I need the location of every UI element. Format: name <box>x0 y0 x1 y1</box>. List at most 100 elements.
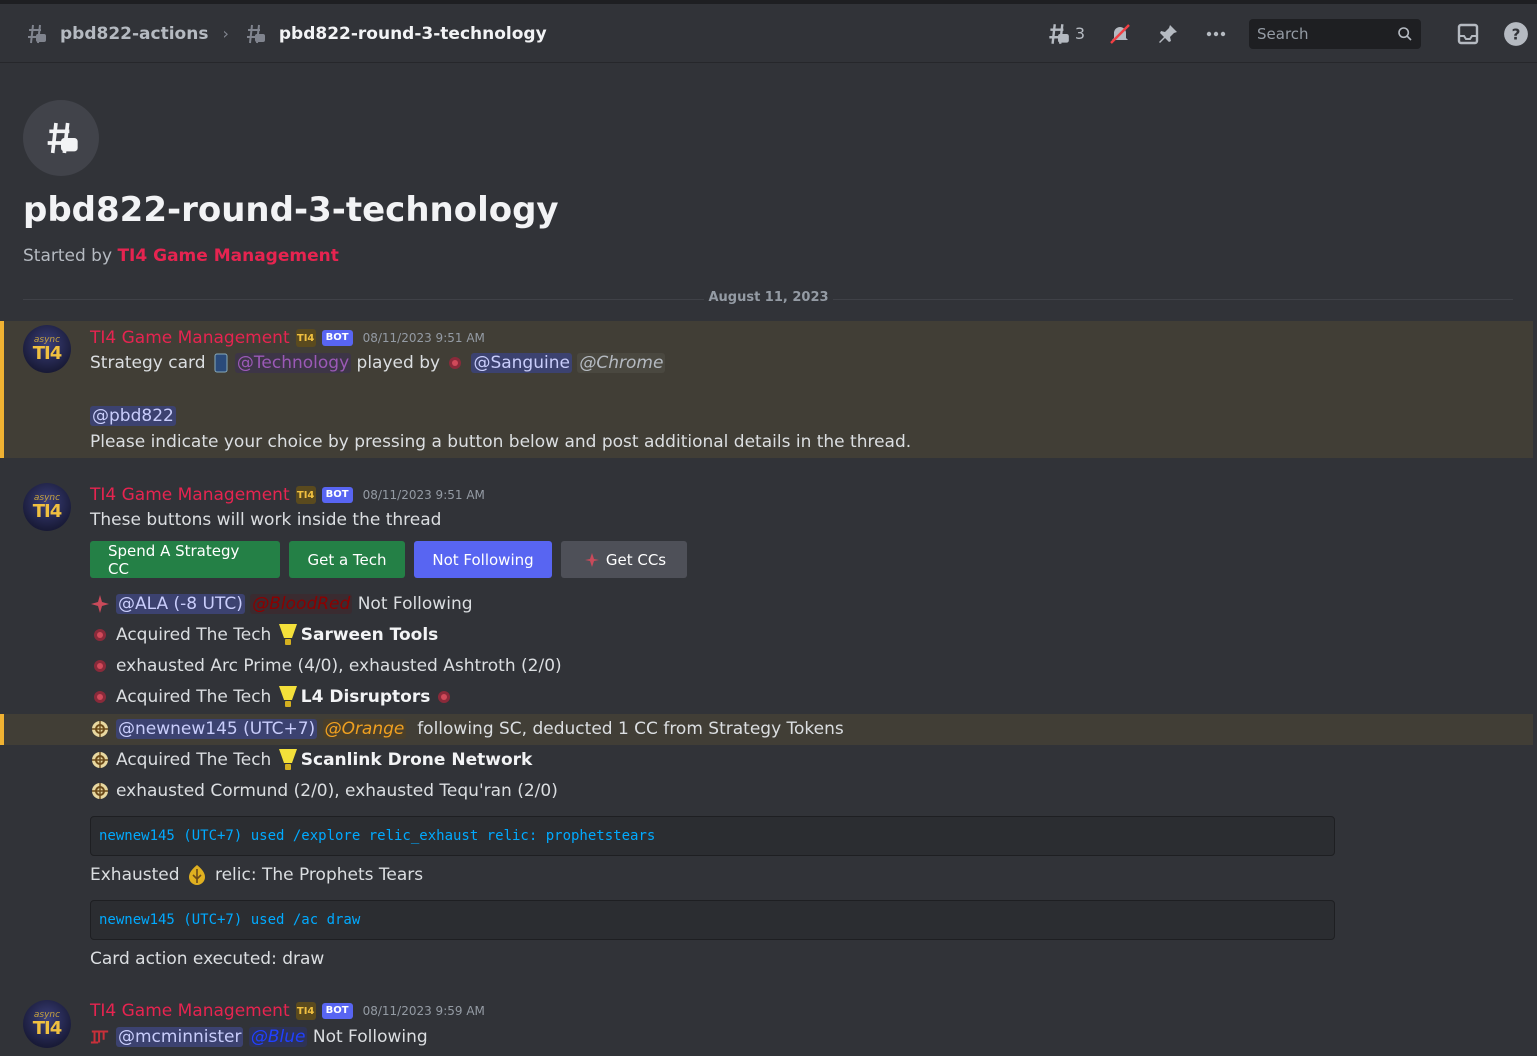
role-icon: TI4 <box>295 1002 316 1020</box>
text: Acquired The Tech <box>116 687 272 707</box>
inbox-icon[interactable] <box>1455 21 1481 47</box>
role-mention-technology[interactable]: @Technology <box>234 353 352 373</box>
search-input[interactable]: Search <box>1249 18 1421 49</box>
current-thread-name: pbd822-round-3-technology <box>278 23 547 44</box>
text: played by <box>356 353 441 373</box>
faction-icon <box>90 719 110 739</box>
get-ccs-label: Get CCs <box>605 550 667 569</box>
spend-strategy-cc-button[interactable]: Spend A Strategy CC <box>90 541 280 578</box>
faction-icon <box>582 550 602 570</box>
avatar[interactable]: async TI4 <box>23 1000 71 1048</box>
message-line: Card action executed: draw <box>90 946 324 972</box>
message-line: @ALA (-8 UTC) @BloodRed Not Following <box>90 591 473 617</box>
started-by-label: Started by <box>23 246 113 266</box>
faction-icon <box>90 594 110 614</box>
search-icon <box>1398 26 1412 41</box>
role-mention-chrome[interactable]: @Chrome <box>577 353 666 373</box>
user-mention[interactable]: @Sanguine <box>471 353 572 373</box>
get-ccs-button[interactable]: Get CCs <box>561 541 687 578</box>
faction-icon <box>90 625 110 645</box>
message-line: Acquired The Tech Scanlink Drone Network <box>90 747 532 773</box>
message-line: @pbd822 <box>90 403 176 429</box>
message-header: TI4 Game Management TI4 BOT 08/11/2023 9… <box>90 484 485 506</box>
get-a-tech-button[interactable]: Get a Tech <box>289 541 405 578</box>
text: Acquired The Tech <box>116 625 272 645</box>
timestamp[interactable]: 08/11/2023 9:51 AM <box>363 488 485 502</box>
bot-badge: BOT <box>321 1003 353 1019</box>
code-block: newnew145 (UTC+7) used /ac draw <box>90 900 1335 940</box>
pin-icon[interactable] <box>1155 21 1181 47</box>
faction-icon <box>90 656 110 676</box>
tech-bulb-icon <box>278 749 297 770</box>
avatar-main-text: TI4 <box>32 342 62 364</box>
parent-channel-link[interactable]: pbd822-actions <box>60 24 208 44</box>
text: Not Following <box>357 594 473 614</box>
thread-hash-icon <box>47 122 78 154</box>
started-by-user[interactable]: TI4 Game Management <box>117 246 338 266</box>
not-following-button[interactable]: Not Following <box>414 541 552 578</box>
avatar[interactable]: async TI4 <box>23 325 71 373</box>
timestamp[interactable]: 08/11/2023 9:59 AM <box>363 1004 485 1018</box>
message-line: Acquired The Tech Sarween Tools <box>90 622 438 648</box>
message-line: These buttons will work inside the threa… <box>90 507 441 533</box>
thread-started-by: Started by TI4 Game Management <box>23 246 339 266</box>
bot-badge: BOT <box>321 330 353 346</box>
text: Not Following <box>312 1027 428 1047</box>
user-mention[interactable]: @ALA (-8 UTC) <box>116 594 245 614</box>
author-name[interactable]: TI4 Game Management <box>90 1001 290 1021</box>
role-mention-orange[interactable]: @Orange <box>322 719 407 739</box>
text: Exhausted <box>90 865 180 885</box>
tech-name: Scanlink Drone Network <box>300 750 533 770</box>
role-mention-blue[interactable]: @Blue <box>248 1027 308 1047</box>
more-icon[interactable] <box>1203 21 1229 47</box>
message-line: exhausted Cormund (2/0), exhausted Tequ'… <box>90 778 558 804</box>
message-header: TI4 Game Management TI4 BOT 08/11/2023 9… <box>90 327 485 349</box>
date-divider-label: August 11, 2023 <box>704 290 833 305</box>
text: following SC, deducted 1 CC from Strateg… <box>417 719 844 739</box>
text: exhausted Arc Prime (4/0), exhausted Ash… <box>116 656 562 676</box>
message-line: Please indicate your choice by pressing … <box>90 429 911 455</box>
faction-icon <box>434 687 454 707</box>
thread-hash-icon <box>28 24 46 43</box>
mute-bell-icon[interactable] <box>1107 21 1133 47</box>
tech-name: Sarween Tools <box>300 625 439 645</box>
role-mention-bloodred[interactable]: @BloodRed <box>250 594 353 614</box>
message-line: @newnew145 (UTC+7) @Orange following SC,… <box>90 716 844 742</box>
message-line: Exhausted relic: The Prophets Tears <box>90 862 423 888</box>
strategy-card-icon <box>211 353 231 373</box>
tech-bulb-icon <box>278 624 297 645</box>
author-name[interactable]: TI4 Game Management <box>90 328 290 348</box>
thread-hash-icon <box>246 24 265 43</box>
user-mention[interactable]: @mcminnister <box>116 1027 244 1047</box>
text: Strategy card <box>90 353 206 373</box>
text: exhausted Cormund (2/0), exhausted Tequ'… <box>116 781 558 801</box>
message-line: Acquired The Tech L4 Disruptors <box>90 684 460 710</box>
role-icon: TI4 <box>295 329 316 347</box>
message-line: Strategy card @Technology played by @San… <box>90 350 666 376</box>
tech-bulb-icon <box>278 686 297 707</box>
threads-button[interactable]: 3 <box>1045 21 1085 47</box>
faction-icon <box>90 687 110 707</box>
message-line: exhausted Arc Prime (4/0), exhausted Ash… <box>90 653 562 679</box>
channel-header: pbd822-actions › pbd822-round-3-technolo… <box>0 4 1537 63</box>
text: relic: The Prophets Tears <box>214 865 424 885</box>
breadcrumb: pbd822-actions › pbd822-round-3-technolo… <box>24 4 547 63</box>
code-block: newnew145 (UTC+7) used /explore relic_ex… <box>90 816 1335 856</box>
text: These buttons will work inside the threa… <box>90 510 442 530</box>
avatar[interactable]: async TI4 <box>23 483 71 531</box>
threads-count: 3 <box>1074 24 1085 43</box>
timestamp[interactable]: 08/11/2023 9:51 AM <box>363 331 485 345</box>
faction-icon <box>90 781 110 801</box>
author-name[interactable]: TI4 Game Management <box>90 485 290 505</box>
user-mention[interactable]: @pbd822 <box>90 406 176 426</box>
user-mention[interactable]: @newnew145 (UTC+7) <box>116 719 318 739</box>
avatar-main-text: TI4 <box>32 1017 62 1039</box>
help-icon[interactable]: ? <box>1503 21 1529 47</box>
message-header: TI4 Game Management TI4 BOT 08/11/2023 9… <box>90 1000 485 1022</box>
message-list[interactable]: pbd822-round-3-technology Started by TI4… <box>0 64 1537 1056</box>
message-1[interactable]: async TI4 TI4 Game Management TI4 BOT 08… <box>0 321 1533 458</box>
faction-icon <box>445 353 465 373</box>
tech-name: L4 Disruptors <box>300 687 431 707</box>
search-placeholder: Search <box>1257 24 1309 43</box>
text: Card action executed: draw <box>90 949 325 969</box>
